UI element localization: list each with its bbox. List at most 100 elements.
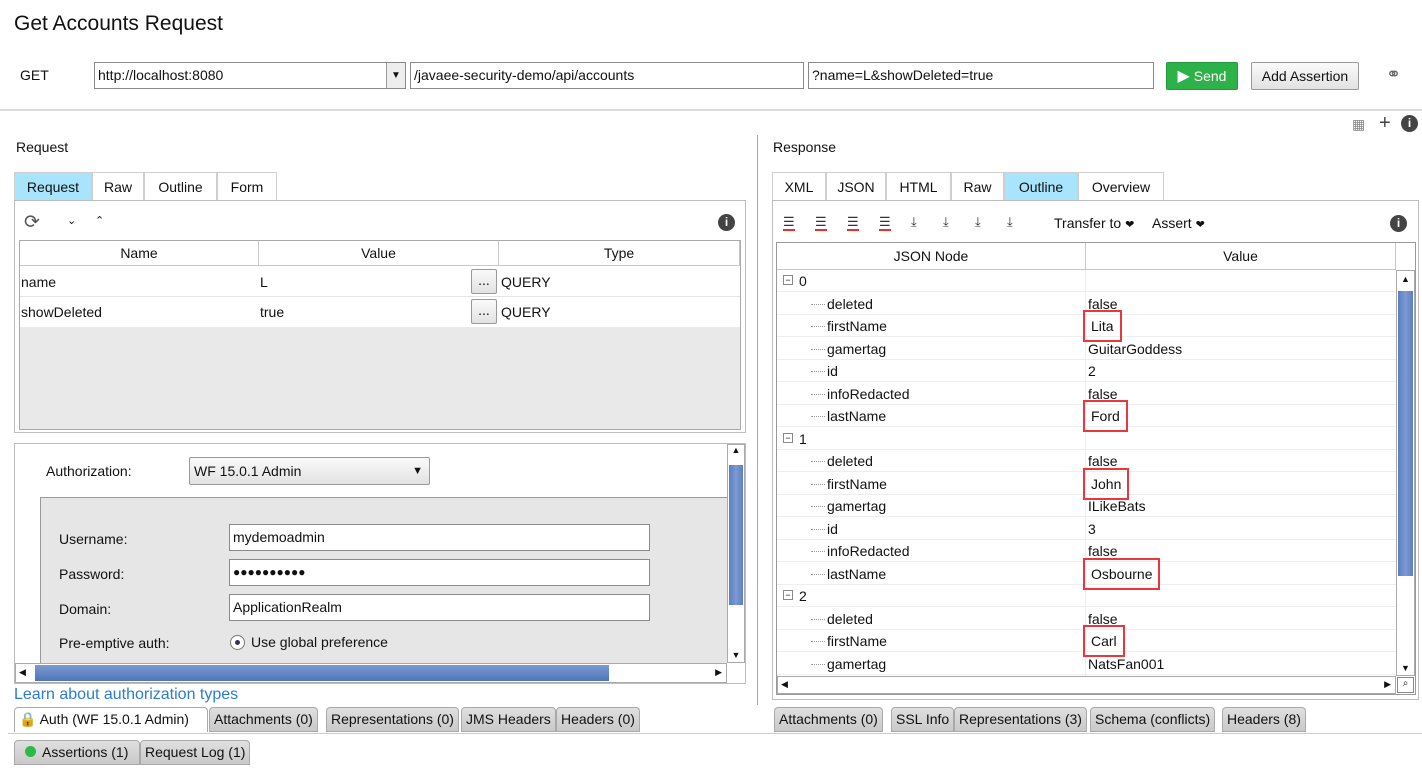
tree-row[interactable]: id 2 <box>777 360 1396 382</box>
collapse-icon[interactable]: − <box>783 590 793 600</box>
resource-input[interactable]: /javaee-security-demo/api/accounts <box>410 62 804 89</box>
tree-row[interactable]: gamertag ILikeBats <box>777 495 1396 517</box>
tab-attachments[interactable]: Attachments (0) <box>209 707 318 732</box>
refresh-icon[interactable]: ⟳ <box>24 211 40 234</box>
tree-row[interactable]: −2 <box>777 585 1396 607</box>
password-input[interactable]: ●●●●●●●●●● <box>229 559 650 586</box>
info-icon[interactable]: i <box>1390 215 1407 232</box>
param-name[interactable]: showDeleted <box>18 298 102 326</box>
collapse-icon[interactable]: − <box>783 432 793 443</box>
tab-ssl-info[interactable]: SSL Info <box>891 707 955 732</box>
param-type[interactable]: QUERY <box>498 268 551 296</box>
param-value[interactable]: true <box>257 298 284 326</box>
tab-overview[interactable]: Overview <box>1078 172 1164 201</box>
tab-schema[interactable]: Schema (conflicts) <box>1090 707 1216 732</box>
edit-value-button[interactable]: ... <box>471 299 497 324</box>
tree-row[interactable]: gamertag NatsFan001 <box>777 653 1396 675</box>
learn-auth-link[interactable]: Learn about authorization types <box>14 686 238 704</box>
chevron-down-icon[interactable]: ⌄ <box>67 214 76 227</box>
authorization-select[interactable]: WF 15.0.1 Admin ▼ <box>189 457 430 485</box>
tree-row[interactable]: gamertag GuitarGoddess <box>777 338 1396 360</box>
tab-auth[interactable]: 🔒 Auth (WF 15.0.1 Admin) <box>14 707 208 732</box>
tab-representations[interactable]: Representations (0) <box>326 707 459 732</box>
tab-raw[interactable]: Raw <box>92 172 144 201</box>
tree-row[interactable]: infoRedacted false <box>777 540 1396 562</box>
node-value: Carl <box>1083 625 1125 657</box>
chevron-up-icon[interactable]: ⌃ <box>95 214 104 227</box>
tab-request[interactable]: Request <box>14 172 92 201</box>
tab-form[interactable]: Form <box>217 172 277 201</box>
send-button[interactable]: ▶ Send <box>1166 62 1238 90</box>
tab-json[interactable]: JSON <box>826 172 886 201</box>
edit-value-button[interactable]: ... <box>471 269 497 294</box>
collapse-all-icon[interactable]: ⤓ <box>911 214 917 230</box>
align-left-icon[interactable]: ☰ <box>783 214 795 231</box>
tab-attachments[interactable]: Attachments (0) <box>774 707 883 732</box>
tree-row[interactable]: infoRedacted false <box>777 383 1396 405</box>
tree-row[interactable]: firstName Carl <box>777 625 1396 657</box>
param-name[interactable]: name <box>18 268 56 296</box>
node-index: 0 <box>799 273 807 289</box>
vertical-scrollbar[interactable]: ▲ ▼ <box>1396 270 1415 676</box>
add-assertion-button[interactable]: Add Assertion <box>1251 62 1359 90</box>
assert-menu[interactable]: Assert ❤ <box>1152 215 1205 231</box>
horizontal-scrollbar[interactable]: ◀ ▶ <box>15 663 727 683</box>
info-icon[interactable]: i <box>718 214 735 231</box>
move-down-icon[interactable]: ⤓ <box>1007 214 1013 230</box>
align-justify-icon[interactable]: ☰ <box>847 214 859 231</box>
collapse-icon[interactable]: − <box>783 275 793 285</box>
align-center-icon[interactable]: ☰ <box>815 214 827 231</box>
node-value: Lita <box>1083 310 1122 342</box>
tree-row[interactable]: id 3 <box>777 518 1396 540</box>
domain-input[interactable]: ApplicationRealm <box>229 594 650 621</box>
horizontal-scrollbar[interactable]: ◀ ▶ <box>777 676 1396 694</box>
tab-assertions[interactable]: Assertions (1) <box>14 740 140 765</box>
chevron-down-icon[interactable]: ▼ <box>386 63 405 88</box>
info-icon[interactable]: i <box>1401 115 1418 132</box>
tree-row[interactable]: deleted false <box>777 293 1396 315</box>
tab-headers[interactable]: Headers (0) <box>556 707 640 732</box>
tab-html[interactable]: HTML <box>886 172 951 201</box>
tab-jms-headers[interactable]: JMS Headers <box>461 707 556 732</box>
tree-row[interactable]: −0 <box>777 270 1396 292</box>
tab-xml[interactable]: XML <box>772 172 826 201</box>
tree-row[interactable]: deleted false <box>777 608 1396 630</box>
transfer-to-menu[interactable]: Transfer to ❤ <box>1054 215 1134 231</box>
vertical-scrollbar[interactable]: ▲ ▼ <box>727 444 745 663</box>
tree-row[interactable]: firstName John <box>777 467 1396 500</box>
column-header-name[interactable]: Name <box>20 241 259 266</box>
tab-request-log[interactable]: Request Log (1) <box>140 740 251 765</box>
radio-use-global[interactable] <box>230 635 245 650</box>
tab-raw[interactable]: Raw <box>951 172 1004 201</box>
column-header-type[interactable]: Type <box>499 241 740 266</box>
column-header-value[interactable]: Value <box>1086 243 1396 270</box>
expand-all-icon[interactable]: ⤓ <box>943 214 949 230</box>
tree-row[interactable]: −1 <box>777 428 1396 450</box>
tab-headers[interactable]: Headers (8) <box>1222 707 1306 732</box>
column-header-value[interactable]: Value <box>259 241 499 266</box>
column-header-json-node[interactable]: JSON Node <box>777 243 1086 270</box>
param-type[interactable]: QUERY <box>498 298 551 326</box>
username-input[interactable]: mydemoadmin <box>229 524 650 551</box>
tree-row[interactable]: deleted false <box>777 450 1396 472</box>
query-input[interactable]: ?name=L&showDeleted=true <box>808 62 1154 89</box>
node-value: NatsFan001 <box>1088 655 1165 672</box>
node-key: deleted <box>827 295 873 312</box>
endpoint-combo[interactable]: http://localhost:8080 ▼ <box>94 62 406 89</box>
method-label[interactable]: GET <box>20 67 49 83</box>
zoom-icon[interactable]: ⌕ <box>1397 677 1414 693</box>
plus-icon[interactable]: + <box>1379 112 1391 135</box>
tree-row[interactable]: lastName Osbourne <box>777 557 1396 590</box>
tile-icon[interactable]: ▦ <box>1352 116 1365 133</box>
tab-representations[interactable]: Representations (3) <box>954 707 1087 732</box>
align-right-icon[interactable]: ☰ <box>879 214 891 231</box>
tab-outline[interactable]: Outline <box>1004 172 1078 201</box>
param-value[interactable]: L <box>257 268 268 296</box>
tree-row[interactable]: lastName Ford <box>777 400 1396 432</box>
node-value: false <box>1088 385 1118 402</box>
tab-outline[interactable]: Outline <box>144 172 217 201</box>
tree-row[interactable]: firstName Lita <box>777 310 1396 342</box>
move-up-icon[interactable]: ⤓ <box>975 214 981 230</box>
split-divider[interactable] <box>757 135 758 705</box>
link-icon[interactable]: ⚭ <box>1386 64 1401 85</box>
